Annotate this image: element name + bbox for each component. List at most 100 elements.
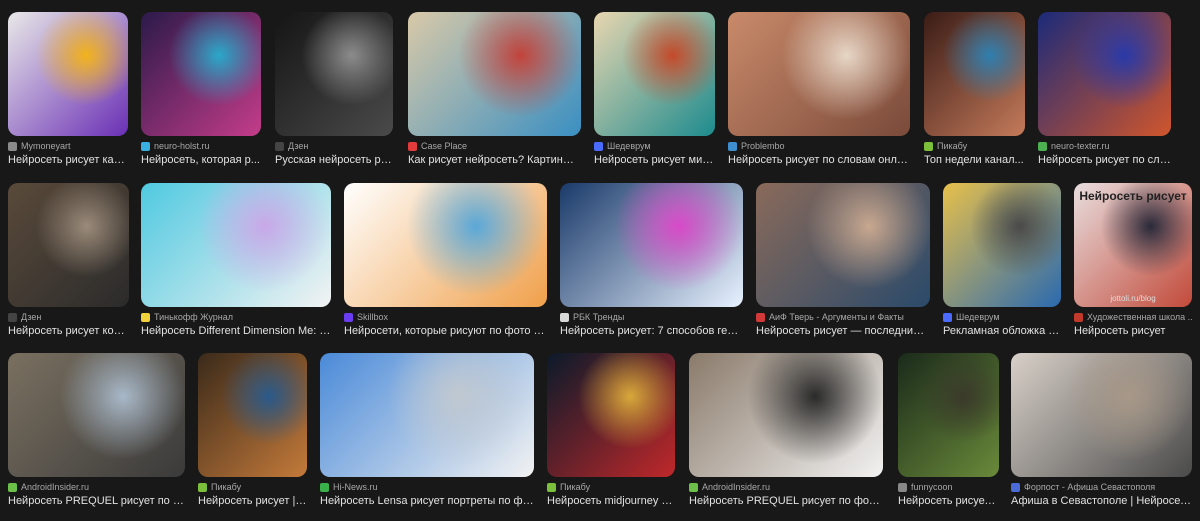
result-source-name: РБК Тренды bbox=[573, 312, 625, 322]
result-source[interactable]: Шедеврум bbox=[943, 310, 1061, 324]
result-thumbnail[interactable] bbox=[1011, 353, 1192, 477]
result-caption[interactable]: Нейросеть рисует мир... bbox=[594, 153, 715, 167]
image-result-card[interactable]: Пикабу Нейросеть рисует | ... bbox=[198, 353, 307, 509]
image-result-card[interactable]: Дзен Нейросеть рисует кош... bbox=[8, 183, 129, 339]
image-result-card[interactable]: AndroidInsider.ru Нейросеть PREQUEL рисуе… bbox=[8, 353, 185, 509]
result-source[interactable]: Тинькофф Журнал bbox=[141, 310, 331, 324]
result-caption[interactable]: Нейросеть, которая р... bbox=[141, 153, 261, 167]
image-result-card[interactable]: neuro-holst.ru Нейросеть, которая р... bbox=[141, 12, 261, 168]
result-thumbnail[interactable] bbox=[8, 12, 128, 136]
result-source[interactable]: Дзен bbox=[275, 139, 393, 153]
thumbnail-image bbox=[728, 12, 910, 136]
image-result-card[interactable]: Шедеврум Рекламная обложка "... bbox=[943, 183, 1061, 339]
thumbnail-image bbox=[1011, 353, 1192, 477]
image-result-card[interactable]: Case Place Как рисует нейросеть? Картины,… bbox=[408, 12, 581, 168]
result-source-name: Дзен bbox=[288, 141, 309, 151]
image-result-card[interactable]: Mymoneyart Нейросеть рисует кар... bbox=[8, 12, 128, 168]
result-source[interactable]: AndroidInsider.ru bbox=[689, 480, 883, 494]
result-thumbnail[interactable] bbox=[320, 353, 534, 477]
result-source[interactable]: AndroidInsider.ru bbox=[8, 480, 185, 494]
result-caption[interactable]: Нейросеть рисует | ... bbox=[198, 494, 307, 508]
result-source[interactable]: Case Place bbox=[408, 139, 581, 153]
result-thumbnail[interactable] bbox=[1038, 12, 1171, 136]
result-caption[interactable]: Топ недели канал... bbox=[924, 153, 1025, 167]
image-result-card[interactable]: funnycoon Нейросеть рисует ... bbox=[898, 353, 999, 509]
result-thumbnail[interactable] bbox=[8, 183, 129, 307]
result-caption[interactable]: Нейросеть рисует — последние н... bbox=[756, 324, 930, 338]
image-result-card[interactable]: Дзен Русская нейросеть ри... bbox=[275, 12, 393, 168]
result-meta: neuro-texter.ru Нейросеть рисует по слова… bbox=[1038, 139, 1171, 167]
result-caption[interactable]: Нейросеть рисует ... bbox=[898, 494, 999, 508]
result-caption[interactable]: Нейросеть midjourney р... bbox=[547, 494, 675, 508]
result-caption[interactable]: Рекламная обложка "... bbox=[943, 324, 1061, 338]
result-thumbnail[interactable]: Нейросеть рисует jottoli.ru/blog bbox=[1074, 183, 1192, 307]
result-source[interactable]: Пикабу bbox=[924, 139, 1025, 153]
result-caption[interactable]: Нейросеть рисует по словам онлай... bbox=[728, 153, 910, 167]
result-thumbnail[interactable] bbox=[141, 12, 261, 136]
result-source[interactable]: Hi-News.ru bbox=[320, 480, 534, 494]
result-caption[interactable]: Нейросеть Different Dimension Me: ка... bbox=[141, 324, 331, 338]
image-result-card[interactable]: Тинькофф Журнал Нейросеть Different Dimen… bbox=[141, 183, 331, 339]
result-caption[interactable]: Афиша в Севастополе | Нейросети-... bbox=[1011, 494, 1192, 508]
result-caption[interactable]: Нейросеть рисует bbox=[1074, 324, 1192, 338]
image-result-card[interactable]: AndroidInsider.ru Нейросеть PREQUEL рисуе… bbox=[689, 353, 883, 509]
result-caption[interactable]: Нейросеть Lensa рисует портреты по фото.… bbox=[320, 494, 534, 508]
result-meta: РБК Тренды Нейросеть рисует: 7 способов г… bbox=[560, 310, 743, 338]
result-thumbnail[interactable] bbox=[594, 12, 715, 136]
result-source[interactable]: АиФ Тверь - Аргументы и Факты bbox=[756, 310, 930, 324]
result-source[interactable]: Mymoneyart bbox=[8, 139, 128, 153]
result-thumbnail[interactable] bbox=[141, 183, 331, 307]
image-result-card[interactable]: Problembo Нейросеть рисует по словам онла… bbox=[728, 12, 910, 168]
result-source[interactable]: Пикабу bbox=[547, 480, 675, 494]
result-thumbnail[interactable] bbox=[275, 12, 393, 136]
result-source[interactable]: Шедеврум bbox=[594, 139, 715, 153]
result-thumbnail[interactable] bbox=[8, 353, 185, 477]
result-caption[interactable]: Как рисует нейросеть? Картины, с... bbox=[408, 153, 581, 167]
image-result-card[interactable]: Пикабу Топ недели канал... bbox=[924, 12, 1025, 168]
result-source-name: Problembo bbox=[741, 141, 785, 151]
image-result-card[interactable]: Hi-News.ru Нейросеть Lensa рисует портрет… bbox=[320, 353, 534, 509]
image-result-card[interactable]: Нейросеть рисует jottoli.ru/blog Художеств… bbox=[1074, 183, 1192, 339]
result-caption[interactable]: Нейросеть PREQUEL рисует по ф... bbox=[8, 494, 185, 508]
result-thumbnail[interactable] bbox=[547, 353, 675, 477]
site-favicon-icon bbox=[408, 141, 417, 151]
result-meta: Дзен Русская нейросеть ри... bbox=[275, 139, 393, 167]
result-thumbnail[interactable] bbox=[924, 12, 1025, 136]
result-thumbnail[interactable] bbox=[943, 183, 1061, 307]
result-source[interactable]: Художественная школа ... bbox=[1074, 310, 1192, 324]
result-thumbnail[interactable] bbox=[344, 183, 547, 307]
result-caption[interactable]: Нейросеть рисует кош... bbox=[8, 324, 129, 338]
result-caption[interactable]: Нейросеть рисует: 7 способов гене... bbox=[560, 324, 743, 338]
result-caption[interactable]: Нейросеть PREQUEL рисует по фото... bbox=[689, 494, 883, 508]
result-thumbnail[interactable] bbox=[898, 353, 999, 477]
result-caption[interactable]: Нейросеть рисует кар... bbox=[8, 153, 128, 167]
result-source[interactable]: Problembo bbox=[728, 139, 910, 153]
result-source[interactable]: Skillbox bbox=[344, 310, 547, 324]
result-source[interactable]: funnycoon bbox=[898, 480, 999, 494]
result-thumbnail[interactable] bbox=[756, 183, 930, 307]
result-caption[interactable]: Нейросети, которые рисуют по фото и с... bbox=[344, 324, 547, 338]
result-source[interactable]: neuro-holst.ru bbox=[141, 139, 261, 153]
result-source[interactable]: neuro-texter.ru bbox=[1038, 139, 1171, 153]
result-source[interactable]: Пикабу bbox=[198, 480, 307, 494]
result-thumbnail[interactable] bbox=[728, 12, 910, 136]
image-result-card[interactable]: Шедеврум Нейросеть рисует мир... bbox=[594, 12, 715, 168]
image-result-card[interactable]: Форпост - Афиша Севастополя Афиша в Севас… bbox=[1011, 353, 1192, 509]
result-caption[interactable]: Русская нейросеть ри... bbox=[275, 153, 393, 167]
image-result-card[interactable]: РБК Тренды Нейросеть рисует: 7 способов г… bbox=[560, 183, 743, 339]
result-source[interactable]: РБК Тренды bbox=[560, 310, 743, 324]
thumbnail-image bbox=[8, 12, 128, 136]
result-thumbnail[interactable] bbox=[408, 12, 581, 136]
result-meta: Hi-News.ru Нейросеть Lensa рисует портрет… bbox=[320, 480, 534, 508]
result-source[interactable]: Форпост - Афиша Севастополя bbox=[1011, 480, 1192, 494]
image-result-card[interactable]: neuro-texter.ru Нейросеть рисует по слова… bbox=[1038, 12, 1171, 168]
image-result-card[interactable]: АиФ Тверь - Аргументы и Факты Нейросеть р… bbox=[756, 183, 930, 339]
image-result-card[interactable]: Пикабу Нейросеть midjourney р... bbox=[547, 353, 675, 509]
result-thumbnail[interactable] bbox=[198, 353, 307, 477]
result-meta: Problembo Нейросеть рисует по словам онла… bbox=[728, 139, 910, 167]
result-caption[interactable]: Нейросеть рисует по словам ... bbox=[1038, 153, 1171, 167]
result-thumbnail[interactable] bbox=[560, 183, 743, 307]
image-result-card[interactable]: Skillbox Нейросети, которые рисуют по фот… bbox=[344, 183, 547, 339]
result-thumbnail[interactable] bbox=[689, 353, 883, 477]
result-source[interactable]: Дзен bbox=[8, 310, 129, 324]
